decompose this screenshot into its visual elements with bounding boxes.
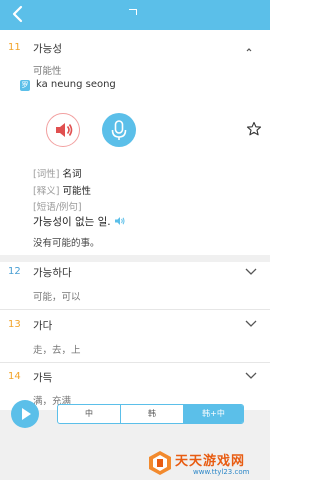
watermark-url: www.ttyl23.com (193, 468, 250, 476)
back-arrow-icon[interactable] (8, 4, 28, 24)
entry-translation: 可能性 (33, 66, 62, 77)
play-icon (22, 408, 31, 420)
speaker-icon[interactable] (114, 216, 126, 226)
watermark-title: 天天游戏网 (175, 454, 246, 469)
chevron-down-icon[interactable] (244, 267, 258, 277)
play-pronunciation-button[interactable] (46, 113, 80, 147)
detail-pos-row: [词性] 名词 (33, 166, 81, 180)
play-all-button[interactable] (11, 400, 39, 428)
mode-option-korean[interactable]: 韩 (121, 405, 183, 423)
romanization-text: ka neung seong (36, 79, 116, 90)
entry-translation: 可能，可以 (33, 292, 81, 303)
detail-meaning-row: [释义] 可能性 (33, 183, 91, 197)
section-divider (0, 255, 270, 262)
watermark-logo-icon (149, 451, 171, 475)
entry-rank: 13 (8, 319, 21, 330)
star-outline-icon[interactable] (246, 121, 262, 137)
chevron-down-icon[interactable] (244, 319, 258, 329)
example-korean-text: 가능성이 없는 일. (33, 216, 111, 228)
mode-option-chinese[interactable]: 中 (58, 405, 120, 423)
detail-tag: [短语/例句] (33, 202, 82, 213)
detail-tag: [释义] (33, 186, 60, 197)
entry-word: 가다 (33, 320, 53, 332)
row-divider (0, 309, 270, 310)
example-chinese: 没有可能的事。 (33, 238, 100, 249)
entry-word[interactable]: 가능성 (33, 41, 62, 56)
detail-tag: [词性] (33, 169, 60, 180)
entry-translation: 走，去，上 (33, 345, 81, 356)
entry-rank: 14 (8, 371, 21, 382)
romanization-badge: 罗 (20, 80, 30, 91)
speaker-icon (56, 123, 73, 137)
example-korean: 가능성이 없는 일. (33, 214, 126, 229)
entry-word: 가득 (33, 372, 53, 384)
header-mark-icon (129, 9, 137, 15)
chevron-up-icon[interactable] (242, 44, 256, 54)
entry-rank: 11 (8, 42, 21, 53)
entry-rank: 12 (8, 266, 21, 277)
watermark: 天天游戏网 www.ttyl23.com (148, 446, 270, 480)
row-divider (0, 362, 270, 363)
record-voice-button[interactable] (102, 113, 136, 147)
detail-example-row: [短语/例句] (33, 199, 82, 213)
chevron-down-icon[interactable] (244, 371, 258, 381)
language-mode-toggle[interactable]: 中 韩 韩+中 (57, 404, 244, 424)
top-bar (0, 0, 270, 30)
detail-value: 可能性 (62, 186, 91, 197)
entry-word: 가능하다 (33, 267, 72, 279)
mode-option-korean-chinese[interactable]: 韩+中 (184, 405, 243, 423)
microphone-icon (111, 120, 127, 140)
detail-value: 名词 (62, 169, 82, 180)
